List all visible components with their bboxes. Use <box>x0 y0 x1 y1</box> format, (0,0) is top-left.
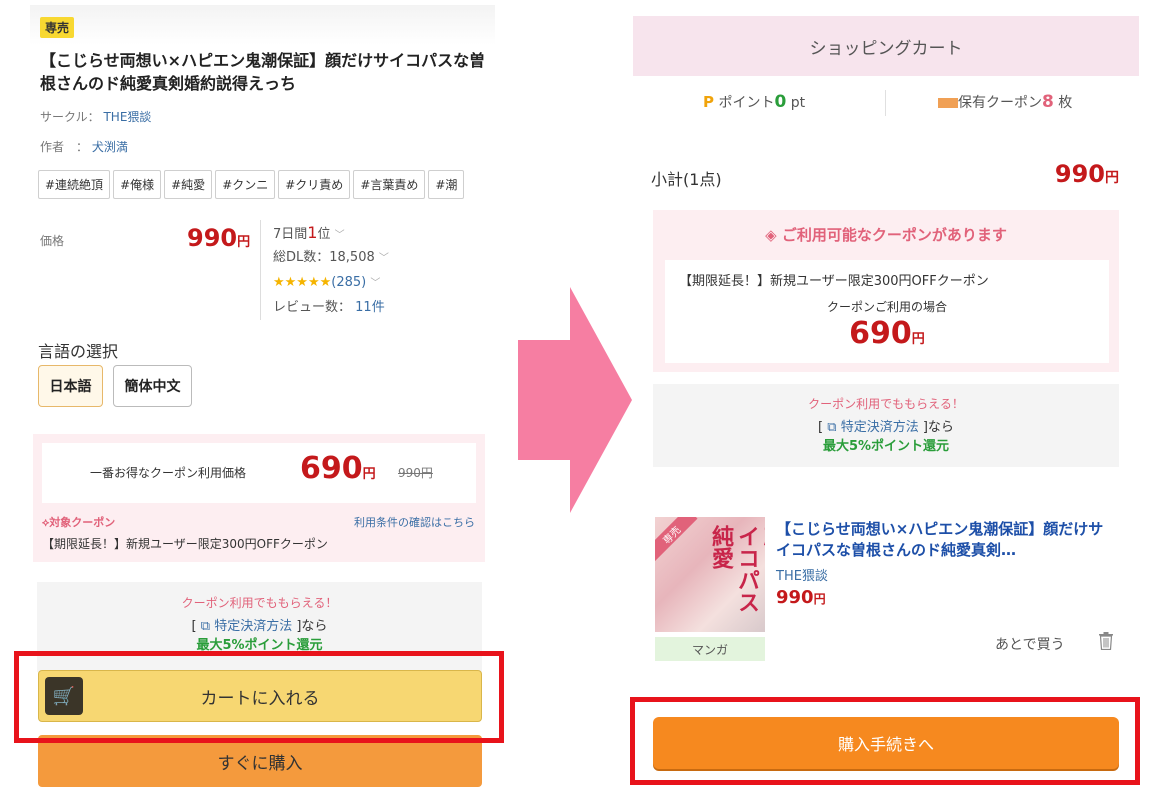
tag[interactable]: #俺様 <box>113 170 162 199</box>
product-title: 【こじらせ両想い×ハピエン鬼潮保証】顔だけサイコパスな曽根さんのド純愛真剣婚約説… <box>40 51 486 93</box>
review-row: レビュー数： 11件 <box>273 300 385 315</box>
title-background <box>30 5 495 45</box>
price-value: 990円 <box>187 224 251 252</box>
tag[interactable]: #言葉責め <box>353 170 426 199</box>
save-for-later-button[interactable]: あとで買う <box>995 634 1065 654</box>
point-promo-method-row: [ ⧉ 特定決済方法 ]なら <box>191 619 328 634</box>
author-link[interactable]: 犬渕満 <box>92 140 128 154</box>
chevron-down-icon: ﹀ <box>370 278 381 289</box>
language-option-japanese[interactable]: 日本語 <box>38 365 103 407</box>
external-link-icon: ⧉ <box>827 420 837 435</box>
available-coupon-box: ◈ ご利用可能なクーポンがあります 【期限延長！】新規ユーザー限定300円OFF… <box>653 210 1119 372</box>
coupon-tag-icon: ◈ <box>765 226 777 244</box>
available-coupon-name: 【期限延長！】新規ユーザー限定300円OFFクーポン <box>679 274 989 289</box>
tag[interactable]: #クリ責め <box>278 170 351 199</box>
author-row: 作者 ： 犬渕満 <box>40 138 128 155</box>
target-coupon-label: ⟡対象クーポン <box>42 516 116 529</box>
item-title-link[interactable]: 【こじらせ両想い×ハピエン鬼潮保証】顔だけサイコパスな曽根さんのド純愛真剣… <box>776 519 1106 561</box>
coupons-summary[interactable]: 保有クーポン8 枚 <box>938 92 1072 112</box>
point-promo-method-row: [ ⧉ 特定決済方法 ]なら <box>818 420 954 435</box>
coupon-name: 【期限延長！】新規ユーザー限定300円OFFクーポン <box>42 537 328 551</box>
best-coupon-label: 一番お得なクーポン利用価格 <box>90 466 247 480</box>
language-option-chinese[interactable]: 簡体中文 <box>113 365 192 407</box>
highlight-frame-checkout <box>630 697 1140 785</box>
coupon-applied-price: 690円 <box>849 316 925 351</box>
star-rating-icon: ★★★★★ <box>273 275 332 290</box>
external-link-icon: ⧉ <box>200 619 211 634</box>
author-label: 作者 ： <box>40 140 89 154</box>
original-price: 990円 <box>398 466 433 480</box>
product-stats: 7日間1位 ﹀ 総DL数：18,508 ﹀ ★★★★★(285) ﹀ レビュー数… <box>260 220 389 320</box>
best-coupon-price-card: 一番お得なクーポン利用価格 690円 990円 <box>42 443 476 503</box>
tag-list: #連続絶頂 #俺様 #純愛 #クンニ #クリ責め #言葉責め #潮 <box>38 170 495 200</box>
item-price: 990円 <box>776 587 826 608</box>
arrow-right-icon <box>518 287 632 513</box>
coupon-icon <box>938 98 958 108</box>
downloads-row[interactable]: 総DL数：18,508 ﹀ <box>273 245 389 270</box>
subtotal-label: 小計(1点) <box>651 170 722 189</box>
rank-row[interactable]: 7日間1位 ﹀ <box>273 220 389 245</box>
tag[interactable]: #純愛 <box>164 170 213 199</box>
payment-method-link[interactable]: 特定決済方法 <box>214 619 292 634</box>
thumbnail-cover-text: 顔だけサイコパス純愛 <box>708 525 765 613</box>
point-promo-headline: クーポン利用でももらえる！ <box>808 397 964 411</box>
divider <box>885 90 886 116</box>
cart-page: ショッピングカート P ポイント0 pt 保有クーポン8 枚 小計(1点) 99… <box>633 0 1150 800</box>
points-summary: P ポイント0 pt <box>703 92 806 112</box>
best-coupon-price: 690円 <box>300 451 376 486</box>
available-coupon-card[interactable]: 【期限延長！】新規ユーザー限定300円OFFクーポン クーポンご利用の場合 69… <box>665 260 1109 363</box>
item-category-tag: マンガ <box>655 637 765 661</box>
coupon-case-label: クーポンご利用の場合 <box>826 300 947 314</box>
circle-row: サークル： THE猥談 <box>40 108 151 125</box>
cart-header: ショッピングカート <box>633 16 1139 76</box>
price-label: 価格 <box>40 234 65 248</box>
chevron-down-icon: ﹀ <box>378 253 389 264</box>
item-thumbnail[interactable]: 専売 顔だけサイコパス純愛 <box>655 517 765 632</box>
payment-method-link[interactable]: 特定決済方法 <box>841 420 919 435</box>
trash-icon[interactable] <box>1098 632 1114 650</box>
exclusive-badge: 専売 <box>40 17 75 38</box>
item-circle-link[interactable]: THE猥談 <box>776 565 828 584</box>
subtotal-value: 990円 <box>1054 160 1119 188</box>
points-coupons-row: P ポイント0 pt 保有クーポン8 枚 <box>633 88 1139 118</box>
best-coupon-box: 一番お得なクーポン利用価格 690円 990円 ⟡対象クーポン 利用条件の確認は… <box>33 434 485 562</box>
cart-point-promo-box: クーポン利用でももらえる！ [ ⧉ 特定決済方法 ]なら 最大5%ポイント還元 <box>653 384 1119 467</box>
conditions-link[interactable]: 利用条件の確認はこちら <box>354 514 475 530</box>
point-icon: P <box>703 93 714 111</box>
circle-link[interactable]: THE猥談 <box>103 110 151 124</box>
tag[interactable]: #連続絶頂 <box>38 170 111 199</box>
language-label: 言語の選択 <box>38 342 119 361</box>
available-coupon-title: ◈ ご利用可能なクーポンがあります <box>765 226 1007 244</box>
review-count-link[interactable]: 11件 <box>355 300 385 315</box>
point-promo-rate: 最大5%ポイント還元 <box>822 439 950 454</box>
tag[interactable]: #潮 <box>428 170 465 199</box>
circle-label: サークル： <box>40 110 100 124</box>
rating-row[interactable]: ★★★★★(285) ﹀ <box>273 270 389 295</box>
highlight-frame-add-to-cart <box>14 651 504 743</box>
thumbnail-exclusive-badge: 専売 <box>655 517 698 562</box>
chevron-down-icon: ﹀ <box>334 230 345 241</box>
point-promo-headline: クーポン利用でももらえる！ <box>181 596 338 610</box>
tag[interactable]: #クンニ <box>215 170 276 199</box>
